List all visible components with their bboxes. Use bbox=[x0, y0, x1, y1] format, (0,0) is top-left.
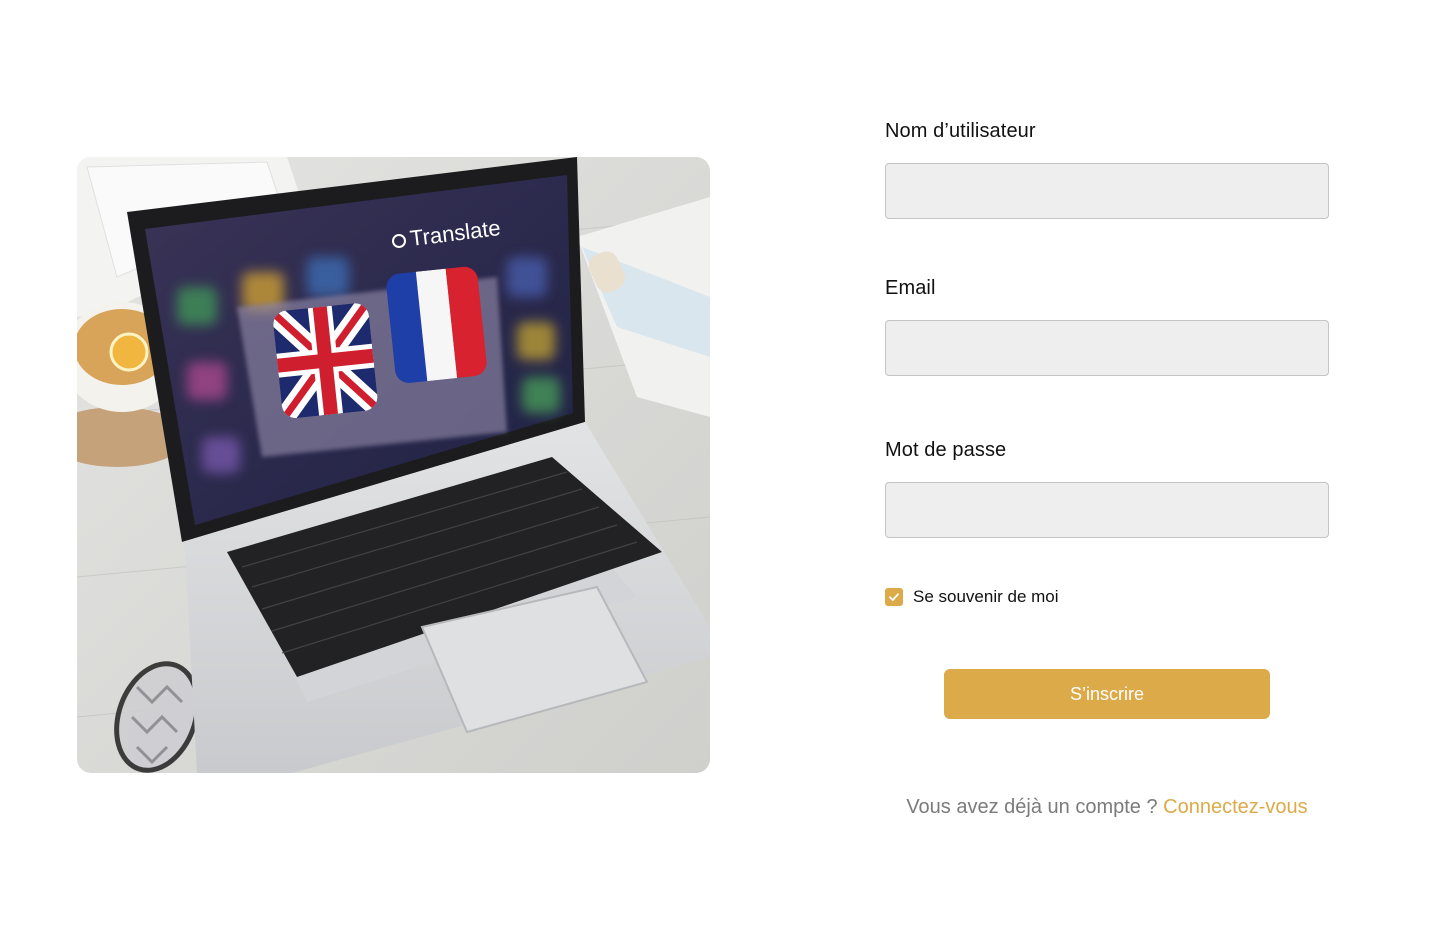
signin-prompt: Vous avez déjà un compte ? bbox=[906, 796, 1158, 818]
check-icon bbox=[889, 593, 899, 601]
password-input[interactable] bbox=[885, 482, 1329, 538]
email-label: Email bbox=[885, 277, 936, 299]
signup-form: Nom d’utilisateur Email Mot de passe Se … bbox=[885, 0, 1329, 930]
username-label: Nom d’utilisateur bbox=[885, 120, 1036, 142]
remember-me-checkbox[interactable] bbox=[885, 588, 903, 606]
username-input[interactable] bbox=[885, 163, 1329, 219]
hero-image: Translate bbox=[77, 157, 710, 773]
remember-me[interactable]: Se souvenir de moi bbox=[885, 587, 1059, 607]
signin-link[interactable]: Connectez-vous bbox=[1163, 796, 1308, 818]
france-flag-icon bbox=[385, 265, 488, 385]
signup-button[interactable]: S’inscrire bbox=[944, 669, 1270, 719]
laptop-illustration: Translate bbox=[77, 157, 710, 773]
signin-prompt-line: Vous avez déjà un compte ? Connectez-vou… bbox=[885, 796, 1329, 819]
remember-me-label: Se souvenir de moi bbox=[913, 587, 1059, 606]
email-input[interactable] bbox=[885, 320, 1329, 376]
password-label: Mot de passe bbox=[885, 439, 1007, 461]
uk-flag-icon bbox=[272, 301, 379, 420]
